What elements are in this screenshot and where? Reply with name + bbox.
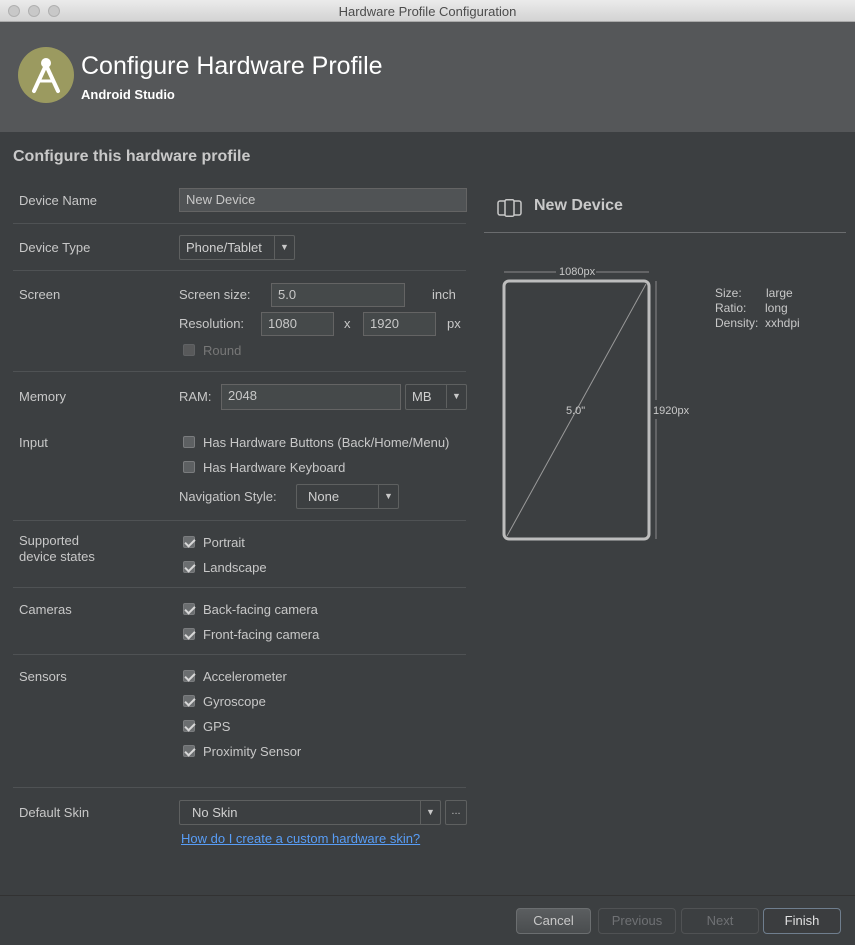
sensors-label: Sensors	[19, 669, 67, 684]
header-subtitle: Android Studio	[81, 87, 175, 102]
screen-size-unit: inch	[432, 287, 456, 302]
gyroscope-checkbox[interactable]	[183, 695, 195, 707]
chevron-down-icon: ▼	[446, 385, 466, 408]
screen-label: Screen	[19, 287, 61, 302]
ram-unit-value: MB	[412, 389, 432, 404]
hardware-keyboard-label: Has Hardware Keyboard	[203, 460, 346, 475]
ram-label: RAM:	[179, 389, 212, 404]
browse-skin-button[interactable]: ...	[445, 800, 467, 825]
next-button[interactable]: Next	[681, 908, 759, 934]
resolution-height-input[interactable]: 1920	[363, 312, 436, 336]
gps-checkbox[interactable]	[183, 720, 195, 732]
resolution-width-input[interactable]: 1080	[261, 312, 334, 336]
window-titlebar: Hardware Profile Configuration	[0, 0, 855, 22]
resolution-label: Resolution:	[179, 316, 245, 331]
portrait-checkbox[interactable]	[183, 536, 195, 548]
ratio-value: long	[765, 301, 788, 315]
density-key: Density:	[715, 316, 759, 330]
section-title: Configure this hardware profile	[13, 148, 251, 165]
resolution-separator: x	[344, 316, 351, 331]
preview-diagonal-label: 5.0"	[566, 405, 586, 417]
device-type-label: Device Type	[19, 240, 91, 255]
size-key: Size:	[715, 286, 742, 300]
divider	[13, 371, 466, 372]
gps-label: GPS	[203, 719, 231, 734]
navigation-style-dropdown[interactable]: None ▼	[296, 484, 399, 509]
divider	[13, 654, 466, 655]
device-name-input[interactable]: New Device	[179, 188, 467, 212]
cancel-button[interactable]: Cancel	[516, 908, 591, 934]
screen-size-input[interactable]: 5.0	[271, 283, 405, 307]
ram-unit-dropdown[interactable]: MB ▼	[405, 384, 467, 410]
preview-width-label: 1080px	[559, 266, 596, 278]
resolution-unit: px	[447, 316, 461, 331]
finish-button[interactable]: Finish	[763, 908, 841, 934]
device-name-label: Device Name	[19, 193, 98, 208]
input-label: Input	[19, 435, 48, 450]
landscape-label: Landscape	[203, 560, 267, 575]
divider	[13, 587, 466, 588]
cameras-label: Cameras	[19, 602, 72, 617]
divider	[13, 520, 466, 521]
chevron-down-icon: ▼	[378, 485, 398, 508]
proximity-sensor-label: Proximity Sensor	[203, 744, 302, 759]
device-states-label-line1: Supported	[19, 533, 79, 548]
memory-label: Memory	[19, 389, 66, 404]
preview-height-label: 1920px	[653, 405, 690, 417]
divider	[13, 787, 466, 788]
front-camera-label: Front-facing camera	[203, 627, 320, 642]
window-title: Hardware Profile Configuration	[338, 4, 517, 19]
default-skin-label: Default Skin	[19, 805, 90, 820]
round-label: Round	[203, 343, 242, 358]
device-states-label-line2: device states	[19, 549, 95, 564]
ram-input[interactable]: 2048	[221, 384, 401, 410]
divider	[13, 270, 466, 271]
hardware-buttons-checkbox[interactable]	[183, 436, 195, 448]
navigation-style-label: Navigation Style:	[179, 489, 277, 504]
device-type-dropdown[interactable]: Phone/Tablet ▼	[179, 235, 295, 260]
front-camera-checkbox[interactable]	[183, 628, 195, 640]
default-skin-value: No Skin	[192, 805, 238, 820]
round-checkbox[interactable]	[183, 344, 195, 356]
chevron-down-icon: ▼	[420, 801, 440, 824]
accelerometer-checkbox[interactable]	[183, 670, 195, 682]
footer-divider	[0, 895, 855, 896]
preview-device-title: New Device	[534, 197, 623, 214]
density-value: xxhdpi	[765, 316, 800, 330]
previous-button[interactable]: Previous	[598, 908, 676, 934]
proximity-sensor-checkbox[interactable]	[183, 745, 195, 757]
gyroscope-label: Gyroscope	[203, 694, 266, 709]
landscape-checkbox[interactable]	[183, 561, 195, 573]
custom-skin-help-link[interactable]: How do I create a custom hardware skin?	[181, 831, 420, 846]
hardware-keyboard-checkbox[interactable]	[183, 461, 195, 473]
default-skin-dropdown[interactable]: No Skin ▼	[179, 800, 441, 825]
device-type-value: Phone/Tablet	[186, 240, 262, 255]
divider	[13, 223, 466, 224]
back-camera-checkbox[interactable]	[183, 603, 195, 615]
back-camera-label: Back-facing camera	[203, 602, 318, 617]
device-preview-icon	[497, 199, 522, 217]
navigation-style-value: None	[308, 489, 340, 504]
android-studio-logo-icon	[18, 47, 74, 103]
screen-size-label: Screen size:	[179, 287, 251, 302]
chevron-down-icon: ▼	[274, 236, 294, 259]
hardware-buttons-label: Has Hardware Buttons (Back/Home/Menu)	[203, 435, 450, 450]
size-value: large	[766, 286, 793, 300]
header-title: Configure Hardware Profile	[81, 52, 383, 80]
accelerometer-label: Accelerometer	[203, 669, 287, 684]
portrait-label: Portrait	[203, 535, 245, 550]
header-banner: Configure Hardware Profile Android Studi…	[0, 22, 855, 132]
ratio-key: Ratio:	[715, 301, 747, 315]
preview-divider	[484, 232, 846, 233]
